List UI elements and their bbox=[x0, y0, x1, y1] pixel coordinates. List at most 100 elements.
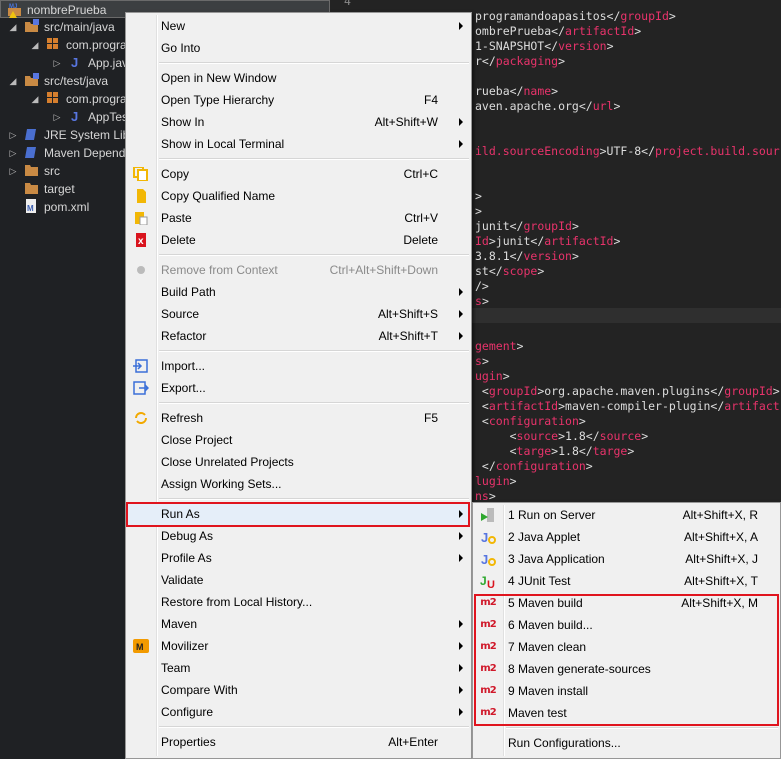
twisty-icon[interactable]: ◢ bbox=[30, 36, 40, 54]
menu-separator bbox=[159, 62, 469, 64]
menu-separator bbox=[159, 254, 469, 256]
submenu-item-1-run-on-server[interactable]: 1 Run on Server Alt+Shift+X, R bbox=[475, 504, 778, 526]
menu-item-go-into[interactable]: Go Into bbox=[128, 37, 469, 59]
menu-item-assign-working-sets[interactable]: Assign Working Sets... bbox=[128, 473, 469, 495]
submenu-arrow-icon bbox=[459, 708, 463, 716]
submenu-arrow-icon bbox=[459, 118, 463, 126]
svg-text:J: J bbox=[480, 574, 487, 588]
menu-item-configure[interactable]: Configure bbox=[128, 701, 469, 723]
code-line: gement> bbox=[475, 339, 523, 354]
twisty-icon[interactable]: ▷ bbox=[52, 108, 62, 126]
menu-item-export[interactable]: Export... bbox=[128, 377, 469, 399]
code-token: >1.8</ bbox=[558, 429, 600, 443]
code-token: 1-SNAPSHOT</ bbox=[475, 39, 559, 53]
menu-item-maven[interactable]: Maven bbox=[128, 613, 469, 635]
code-token: ugin bbox=[475, 369, 503, 383]
menu-item-refresh[interactable]: Refresh F5 bbox=[128, 407, 469, 429]
submenu-arrow-icon bbox=[459, 554, 463, 562]
code-token: artifactId bbox=[544, 234, 614, 248]
java-file-icon: J bbox=[68, 55, 82, 70]
menu-item-paste[interactable]: Paste Ctrl+V bbox=[128, 207, 469, 229]
menu-item-open-type-hierarchy[interactable]: Open Type Hierarchy F4 bbox=[128, 89, 469, 111]
code-line: s> bbox=[475, 354, 489, 369]
code-token: > bbox=[613, 99, 621, 113]
code-token: source bbox=[516, 429, 559, 443]
line-number: 4 bbox=[344, 0, 351, 8]
code-line: ugin> bbox=[475, 369, 510, 384]
twisty-icon[interactable]: ◢ bbox=[8, 18, 18, 36]
menu-item-close-unrelated-projects[interactable]: Close Unrelated Projects bbox=[128, 451, 469, 473]
folder-icon bbox=[24, 181, 38, 194]
menu-item-open-in-new-window[interactable]: Open in New Window bbox=[128, 67, 469, 89]
menu-item-compare-with[interactable]: Compare With bbox=[128, 679, 469, 701]
submenu-arrow-icon bbox=[459, 620, 463, 628]
code-token: r</ bbox=[475, 54, 496, 68]
menu-item-label: Assign Working Sets... bbox=[161, 477, 282, 491]
code-token: > bbox=[509, 474, 517, 488]
menu-item-delete[interactable]: x Delete Delete bbox=[128, 229, 469, 251]
tree-item-label: Maven Depend bbox=[44, 146, 126, 160]
menu-item-import[interactable]: Import... bbox=[128, 355, 469, 377]
menu-item-label: Properties bbox=[161, 735, 216, 749]
twisty-icon[interactable]: ▷ bbox=[8, 162, 18, 180]
code-token: </ bbox=[475, 459, 496, 473]
code-line: </configuration> bbox=[475, 459, 593, 474]
menu-item-restore-from-local-history[interactable]: Restore from Local History... bbox=[128, 591, 469, 613]
svg-text:J: J bbox=[481, 530, 488, 544]
menu-item-source[interactable]: Source Alt+Shift+S bbox=[128, 303, 469, 325]
menu-item-build-path[interactable]: Build Path bbox=[128, 281, 469, 303]
code-token: targe bbox=[516, 444, 552, 458]
menu-separator bbox=[159, 498, 469, 500]
submenu-item-2-java-applet[interactable]: J 2 Java Applet Alt+Shift+X, A bbox=[475, 526, 778, 548]
menu-item-debug-as[interactable]: Debug As bbox=[128, 525, 469, 547]
twisty-icon[interactable]: ▷ bbox=[52, 54, 62, 72]
menu-item-refactor[interactable]: Refactor Alt+Shift+T bbox=[128, 325, 469, 347]
svg-text:MJ: MJ bbox=[9, 4, 17, 10]
menu-item-show-in[interactable]: Show In Alt+Shift+W bbox=[128, 111, 469, 133]
menu-item-label: Export... bbox=[161, 381, 206, 395]
menu-item-label: Go Into bbox=[161, 41, 201, 55]
submenu-item-4-junit-test[interactable]: JU 4 JUnit Test Alt+Shift+X, T bbox=[475, 570, 778, 592]
menu-item-copy-qualified-name[interactable]: Copy Qualified Name bbox=[128, 185, 469, 207]
menu-item-copy[interactable]: Copy Ctrl+C bbox=[128, 163, 469, 185]
code-line: programandoapasitos</groupId> bbox=[475, 9, 676, 24]
code-line: junit</groupId> bbox=[475, 219, 579, 234]
menu-item-label: Configure bbox=[161, 705, 214, 719]
twisty-icon[interactable]: ▷ bbox=[8, 144, 18, 162]
svg-text:x: x bbox=[138, 236, 144, 247]
run-configurations-item[interactable]: Run Configurations... bbox=[475, 732, 778, 754]
code-token: groupId bbox=[488, 384, 538, 398]
library-icon bbox=[24, 127, 38, 140]
code-line: s> bbox=[475, 294, 489, 309]
code-token: Id bbox=[475, 234, 489, 248]
menu-item-properties[interactable]: Properties Alt+Enter bbox=[128, 731, 469, 753]
menu-item-label: Restore from Local History... bbox=[161, 595, 313, 609]
menu-item-close-project[interactable]: Close Project bbox=[128, 429, 469, 451]
menu-item-shortcut: Alt+Shift+T bbox=[378, 329, 438, 343]
code-token: > bbox=[772, 384, 780, 398]
tree-item-label: com.progra bbox=[66, 92, 127, 106]
menu-item-validate[interactable]: Validate bbox=[128, 569, 469, 591]
code-token: artifactId bbox=[565, 24, 635, 38]
code-token: < bbox=[475, 429, 517, 443]
menu-item-label: Copy bbox=[161, 167, 190, 181]
menu-item-label: Refresh bbox=[161, 411, 204, 425]
menu-item-label: Remove from Context bbox=[161, 263, 278, 277]
code-token: > bbox=[475, 189, 482, 203]
menu-item-label: Profile As bbox=[161, 551, 212, 565]
submenu-item-3-java-application[interactable]: J 3 Java Application Alt+Shift+X, J bbox=[475, 548, 778, 570]
twisty-icon[interactable]: ◢ bbox=[8, 72, 18, 90]
menu-item-profile-as[interactable]: Profile As bbox=[128, 547, 469, 569]
menu-item-movilizer[interactable]: M Movilizer bbox=[128, 635, 469, 657]
submenu-arrow-icon bbox=[459, 140, 463, 148]
code-line: Id>junit</artifactId> bbox=[475, 234, 620, 249]
twisty-icon[interactable]: ▷ bbox=[8, 126, 18, 144]
menu-item-team[interactable]: Team bbox=[128, 657, 469, 679]
code-line: ild.sourceEncoding>UTF-8</project.build.… bbox=[475, 144, 780, 159]
menu-item-new[interactable]: New bbox=[128, 15, 469, 37]
code-line: aven.apache.org</url> bbox=[475, 99, 620, 114]
twisty-icon[interactable]: ◢ bbox=[30, 90, 40, 108]
menu-item-label: Build Path bbox=[161, 285, 216, 299]
menu-item-show-in-local-terminal[interactable]: Show in Local Terminal bbox=[128, 133, 469, 155]
package-icon bbox=[46, 37, 60, 49]
